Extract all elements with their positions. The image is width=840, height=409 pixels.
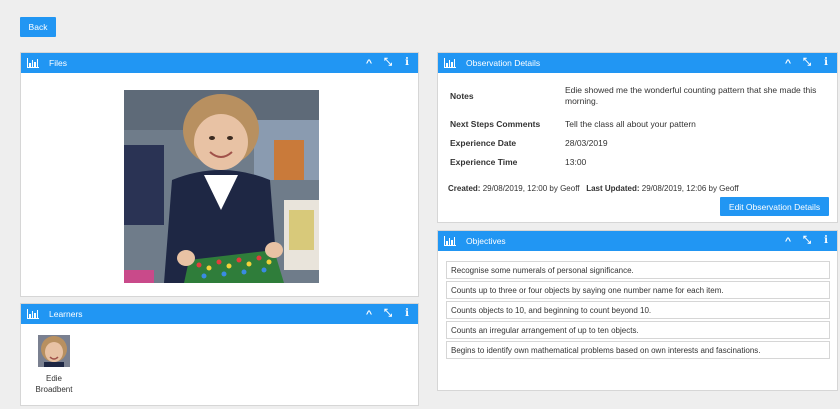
avatar — [38, 335, 70, 367]
bar-chart-icon — [444, 58, 456, 68]
objective-item: Counts objects to 10, and beginning to c… — [446, 301, 830, 319]
info-icon[interactable]: i — [821, 58, 831, 68]
back-button[interactable]: Back — [20, 17, 56, 37]
field-experience-time: Experience Time 13:00 — [450, 157, 835, 168]
field-next-steps: Next Steps Comments Tell the class all a… — [450, 119, 835, 130]
edit-observation-button[interactable]: Edit Observation Details — [720, 197, 829, 216]
field-value: 28/03/2019 — [565, 138, 608, 148]
bar-chart-icon — [27, 58, 39, 68]
audit-info: Created: 29/08/2019, 12:00 by Geoff Last… — [448, 184, 739, 193]
observation-panel-header: Observation Details ^ ⤡ i — [438, 53, 837, 73]
expand-icon[interactable]: ⤡ — [802, 58, 812, 68]
files-panel: Files ^ ⤡ i — [20, 52, 419, 297]
field-value: 13:00 — [565, 157, 587, 167]
observation-photo-image — [124, 90, 319, 283]
observation-details-panel: Observation Details ^ ⤡ i Notes Edie sho… — [437, 52, 838, 223]
field-label: Experience Time — [450, 157, 518, 167]
objectives-panel: Objectives ^ ⤡ i Recognise some numerals… — [437, 230, 838, 391]
field-notes: Notes Edie showed me the wonderful count… — [450, 85, 835, 107]
chevron-up-icon[interactable]: ^ — [363, 309, 375, 319]
expand-icon[interactable]: ⤡ — [383, 309, 393, 319]
field-label: Next Steps Comments — [450, 119, 541, 129]
learner-last-name: Broadbent — [35, 385, 73, 394]
learners-panel: Learners ^ ⤡ i Edie Broadbent — [20, 303, 419, 406]
info-icon[interactable]: i — [402, 309, 412, 319]
learners-panel-title: Learners — [49, 309, 83, 319]
chevron-up-icon[interactable]: ^ — [363, 58, 375, 68]
learner-first-name: Edie — [45, 374, 62, 383]
observation-panel-title: Observation Details — [466, 58, 541, 68]
updated-value: 29/08/2019, 12:06 by Geoff — [641, 184, 739, 193]
objective-item: Counts an irregular arrangement of up to… — [446, 321, 830, 339]
expand-icon[interactable]: ⤡ — [383, 58, 393, 68]
field-value: Tell the class all about your pattern — [565, 119, 696, 129]
objective-item: Recognise some numerals of personal sign… — [446, 261, 830, 279]
field-label: Experience Date — [450, 138, 517, 148]
learners-panel-header: Learners ^ ⤡ i — [21, 304, 418, 324]
objectives-list: Recognise some numerals of personal sign… — [438, 231, 839, 392]
files-panel-header: Files ^ ⤡ i — [21, 53, 418, 73]
field-experience-date: Experience Date 28/03/2019 — [450, 138, 835, 149]
bar-chart-icon — [27, 309, 39, 319]
created-value: 29/08/2019, 12:00 by Geoff — [482, 184, 580, 193]
learner-card[interactable]: Edie Broadbent — [29, 335, 79, 395]
info-icon[interactable]: i — [402, 58, 412, 68]
created-label: Created: — [448, 184, 481, 193]
observation-photo[interactable] — [124, 90, 319, 283]
files-panel-title: Files — [49, 58, 67, 68]
objective-item: Counts up to three or four objects by sa… — [446, 281, 830, 299]
field-value: Edie showed me the wonderful counting pa… — [565, 85, 817, 106]
objective-item: Begins to identify own mathematical prob… — [446, 341, 830, 359]
updated-label: Last Updated: — [586, 184, 640, 193]
field-label: Notes — [450, 91, 474, 101]
chevron-up-icon[interactable]: ^ — [782, 58, 794, 68]
